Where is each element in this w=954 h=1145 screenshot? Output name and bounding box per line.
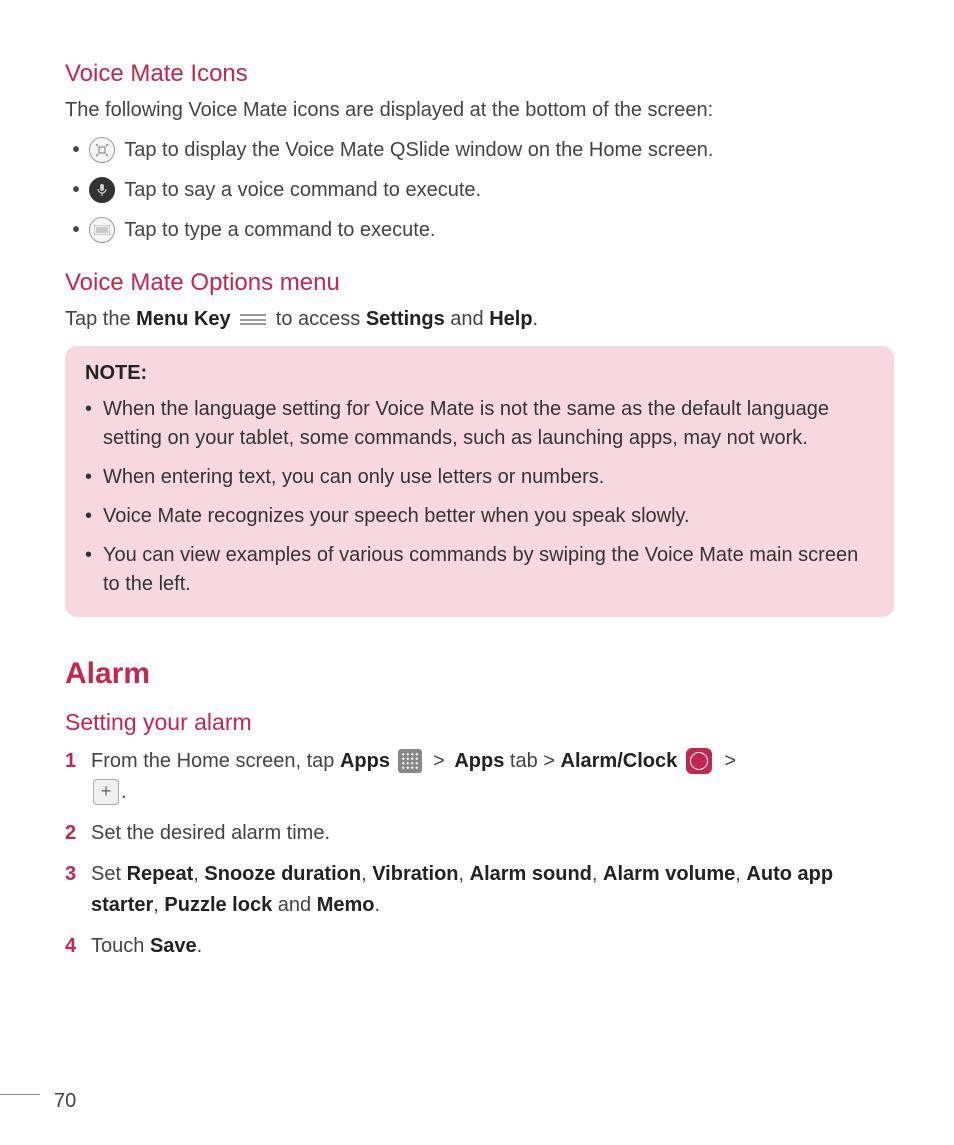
note-box: NOTE: • When the language setting for Vo… bbox=[65, 346, 894, 617]
alarm-steps: 1 From the Home screen, tap Apps > Apps … bbox=[65, 746, 894, 962]
bullet: • bbox=[85, 502, 103, 531]
note-item: • When the language setting for Voice Ma… bbox=[85, 395, 874, 453]
step-number: 3 bbox=[65, 859, 91, 921]
keyboard-icon bbox=[89, 217, 115, 243]
step-number: 2 bbox=[65, 818, 91, 849]
setting-alarm-section: Setting your alarm 1 From the Home scree… bbox=[65, 709, 894, 962]
note-text: You can view examples of various command… bbox=[103, 541, 874, 599]
help-label: Help bbox=[489, 308, 532, 330]
note-text: When the language setting for Voice Mate… bbox=[103, 395, 874, 453]
qslide-icon bbox=[89, 137, 115, 163]
footer-rule bbox=[0, 1094, 40, 1095]
note-item: • When entering text, you can only use l… bbox=[85, 463, 874, 492]
bullet: • bbox=[65, 175, 87, 205]
page-number: 70 bbox=[54, 1090, 76, 1113]
voice-mate-icons-section: Voice Mate Icons The following Voice Mat… bbox=[65, 60, 894, 245]
menu-key-label: Menu Key bbox=[136, 308, 230, 330]
step-text: From the Home screen, tap Apps > Apps ta… bbox=[91, 746, 894, 808]
note-item: • You can view examples of various comma… bbox=[85, 541, 874, 599]
list-item-text: Tap to say a voice command to execute. bbox=[124, 179, 481, 201]
alarm-clock-icon bbox=[686, 748, 712, 774]
voice-mate-options-heading: Voice Mate Options menu bbox=[65, 269, 894, 297]
add-alarm-icon: + bbox=[93, 779, 119, 805]
bullet: • bbox=[85, 463, 103, 492]
step-item: 4 Touch Save. bbox=[65, 931, 894, 962]
note-item: • Voice Mate recognizes your speech bett… bbox=[85, 502, 874, 531]
note-title: NOTE: bbox=[85, 362, 874, 385]
step-item: 3 Set Repeat, Snooze duration, Vibration… bbox=[65, 859, 894, 921]
step-text: Set the desired alarm time. bbox=[91, 818, 894, 849]
apps-icon bbox=[398, 749, 422, 773]
note-text: When entering text, you can only use let… bbox=[103, 463, 874, 492]
bullet: • bbox=[85, 395, 103, 453]
step-text: Set Repeat, Snooze duration, Vibration, … bbox=[91, 859, 894, 921]
list-item-text: Tap to display the Voice Mate QSlide win… bbox=[124, 139, 713, 161]
list-item: • Tap to type a command to execute. bbox=[65, 215, 894, 245]
bullet: • bbox=[65, 135, 87, 165]
setting-alarm-heading: Setting your alarm bbox=[65, 709, 894, 736]
list-item: • Tap to display the Voice Mate QSlide w… bbox=[65, 135, 894, 165]
step-number: 1 bbox=[65, 746, 91, 808]
list-item-text: Tap to type a command to execute. bbox=[124, 219, 435, 241]
menu-key-icon bbox=[240, 311, 266, 329]
step-number: 4 bbox=[65, 931, 91, 962]
step-item: 2 Set the desired alarm time. bbox=[65, 818, 894, 849]
step-item: 1 From the Home screen, tap Apps > Apps … bbox=[65, 746, 894, 808]
alarm-heading: Alarm bbox=[65, 657, 894, 691]
bullet: • bbox=[65, 215, 87, 245]
voice-mate-icons-list: • Tap to display the Voice Mate QSlide w… bbox=[65, 135, 894, 245]
list-item: • Tap to say a voice command to execute. bbox=[65, 175, 894, 205]
mic-icon bbox=[89, 177, 115, 203]
step-text: Touch Save. bbox=[91, 931, 894, 962]
note-text: Voice Mate recognizes your speech better… bbox=[103, 502, 874, 531]
voice-mate-icons-heading: Voice Mate Icons bbox=[65, 60, 894, 88]
voice-mate-icons-intro: The following Voice Mate icons are displ… bbox=[65, 96, 894, 125]
options-menu-text: Tap the Menu Key to access Settings and … bbox=[65, 305, 894, 334]
settings-label: Settings bbox=[366, 308, 445, 330]
bullet: • bbox=[85, 541, 103, 599]
page-footer: 70 bbox=[0, 1090, 76, 1113]
voice-mate-options-section: Voice Mate Options menu Tap the Menu Key… bbox=[65, 269, 894, 617]
